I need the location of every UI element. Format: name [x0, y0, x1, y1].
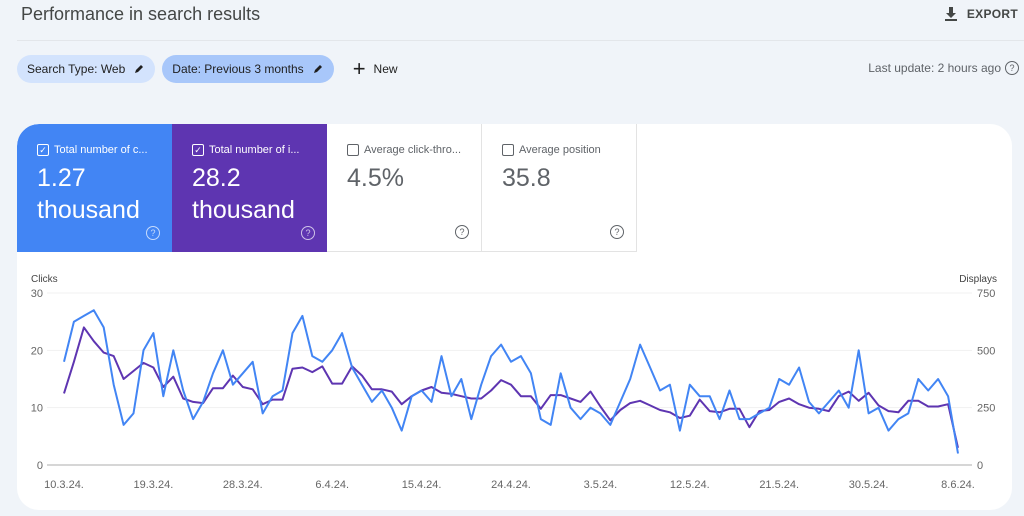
x-tick-label: 19.3.24.	[134, 479, 174, 491]
pencil-icon	[313, 65, 322, 73]
left-tick-label: 30	[31, 288, 43, 300]
x-tick-label: 24.4.24.	[491, 479, 531, 491]
export-button[interactable]: EXPORT	[943, 6, 1018, 22]
x-tick-label: 8.6.24.	[941, 479, 975, 491]
help-icon[interactable]: ?	[1005, 61, 1019, 75]
filter-bar: Search Type: Web Date: Previous 3 months…	[17, 55, 398, 83]
series-line-clicks	[63, 309, 959, 454]
x-tick-label: 30.5.24.	[849, 479, 889, 491]
export-label: EXPORT	[966, 7, 1018, 21]
plus-icon: +	[352, 56, 366, 81]
x-tick-label: 10.3.24.	[44, 479, 84, 491]
date-chip[interactable]: Date: Previous 3 months	[162, 55, 334, 83]
x-tick-label: 12.5.24.	[670, 479, 710, 491]
new-filter-button[interactable]: + New	[353, 58, 398, 80]
last-update-text: Last update: 2 hours ago	[868, 61, 1001, 75]
x-tick-label: 6.4.24.	[315, 479, 349, 491]
pencil-icon	[135, 65, 144, 73]
x-tick-label: 15.4.24.	[402, 479, 442, 491]
right-axis-title: Displays	[959, 274, 997, 285]
page-title: Performance in search results	[21, 4, 261, 24]
search-type-chip[interactable]: Search Type: Web	[17, 55, 156, 83]
header-divider	[17, 40, 1024, 41]
right-tick-label: 750	[977, 288, 995, 300]
series-line-displays	[63, 326, 959, 449]
right-tick-label: 500	[977, 345, 995, 357]
performance-chart: Clicks Displays 0 10 20 30 0 250 500 750 10.3.…	[31, 274, 997, 491]
x-tick-label: 28.3.24.	[223, 479, 263, 491]
download-icon	[944, 7, 957, 21]
left-tick-label: 10	[31, 403, 43, 415]
left-tick-label: 0	[37, 460, 43, 472]
last-update: Last update: 2 hours ago ?	[868, 61, 1019, 75]
right-tick-label: 250	[977, 403, 995, 415]
chip-label: Date: Previous 3 months	[172, 62, 304, 76]
left-axis-title: Clicks	[31, 274, 58, 285]
right-tick-label: 0	[977, 460, 983, 472]
new-label: New	[373, 62, 398, 76]
x-tick-label: 21.5.24.	[759, 479, 799, 491]
left-tick-label: 20	[31, 345, 43, 357]
performance-card: ✓ Total number of c... 1.27 thousand ? ✓ To…	[17, 124, 1012, 510]
x-tick-label: 3.5.24.	[584, 479, 618, 491]
chip-label: Search Type: Web	[27, 62, 126, 76]
